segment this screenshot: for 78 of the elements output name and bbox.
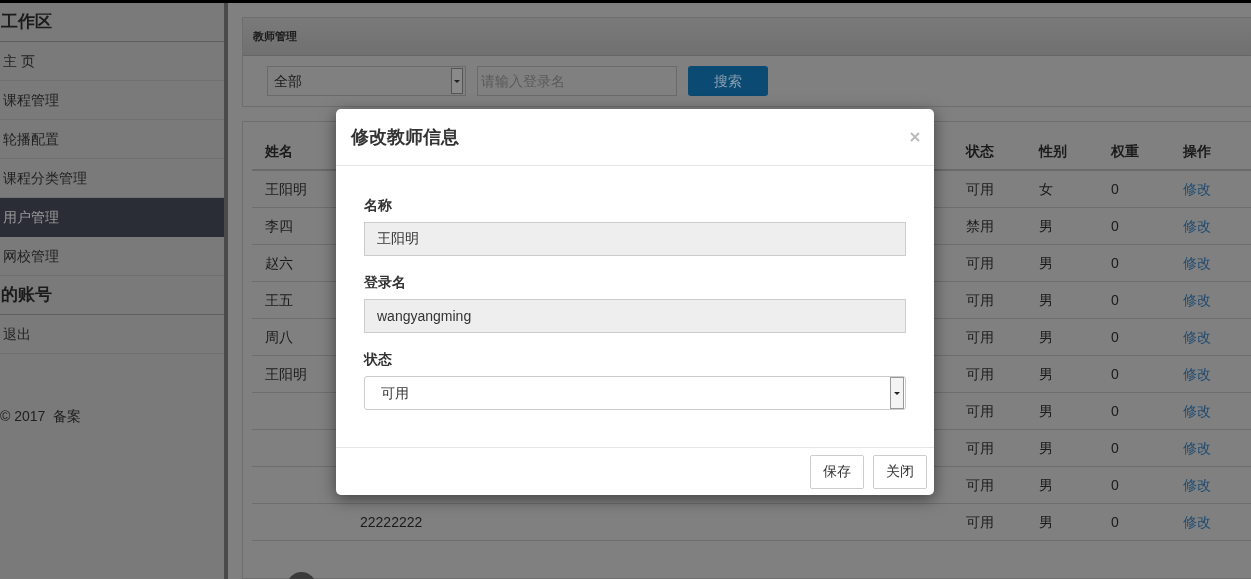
input-field[interactable]: 王阳明 bbox=[364, 222, 906, 256]
table-cell-text: 周八 bbox=[264, 327, 294, 347]
table-cell-text: 王阳明 bbox=[264, 179, 308, 199]
close-icon[interactable] bbox=[910, 132, 920, 142]
column-header: 权重 bbox=[1110, 142, 1140, 161]
edit-link[interactable]: 修改 bbox=[1170, 252, 1251, 274]
table-cell-text: 男 bbox=[1038, 438, 1054, 458]
table-cell-text: 0 bbox=[1110, 327, 1120, 347]
table-cell-text: 0 bbox=[1110, 401, 1120, 421]
table-cell-text: 男 bbox=[1038, 253, 1054, 273]
table-cell-text: 0 bbox=[1110, 512, 1120, 532]
field-label: 名称 bbox=[364, 196, 393, 215]
table-cell-text: 可用 bbox=[965, 401, 995, 421]
table-cell-text: 22222222 bbox=[359, 512, 424, 532]
dialog-button[interactable]: 关闭 bbox=[873, 454, 927, 489]
table-cell-text: 禁用 bbox=[965, 216, 995, 236]
sidebar-item[interactable]: 用户管理 bbox=[0, 198, 224, 237]
table-cell-text: 男 bbox=[1038, 512, 1054, 532]
field-label: 登录名 bbox=[364, 273, 407, 292]
column-header: 状态 bbox=[964, 142, 995, 161]
input-field[interactable]: wangyangming bbox=[364, 299, 906, 333]
section-title: 工作区 bbox=[0, 3, 224, 42]
modal-title: 修改教师信息 bbox=[351, 125, 459, 149]
table-cell-text: 0 bbox=[1110, 438, 1120, 458]
sidebar-item[interactable]: 轮播配置 bbox=[0, 120, 224, 159]
table-cell-text: 王阳明 bbox=[264, 364, 308, 384]
table-cell-text: 男 bbox=[1038, 364, 1054, 384]
table-cell-text: 0 bbox=[1110, 475, 1120, 495]
edit-link[interactable]: 修改 bbox=[1170, 511, 1251, 533]
sidebar-item[interactable]: 退出 bbox=[0, 315, 224, 354]
column-header: 姓名 bbox=[264, 142, 294, 161]
edit-link[interactable]: 修改 bbox=[1170, 289, 1251, 311]
table-cell-text: 王五 bbox=[264, 290, 294, 310]
table-cell-text: 李四 bbox=[264, 216, 294, 236]
table-cell-text: 0 bbox=[1110, 179, 1120, 199]
edit-link[interactable]: 修改 bbox=[1170, 178, 1251, 200]
edit-link[interactable]: 修改 bbox=[1170, 326, 1251, 348]
table-cell-text: 赵六 bbox=[264, 253, 294, 273]
table-cell-text: 男 bbox=[1038, 475, 1054, 495]
table-cell-text: 可用 bbox=[965, 438, 995, 458]
field-label: 状态 bbox=[364, 350, 393, 369]
column-header: 性别 bbox=[1037, 142, 1068, 161]
table-cell-text: 女 bbox=[1038, 179, 1054, 199]
footer-text: © 2017 备案 bbox=[0, 407, 83, 426]
table-cell-text: 男 bbox=[1038, 216, 1054, 236]
table-cell-text: 男 bbox=[1038, 401, 1054, 421]
sidebar-item[interactable]: 课程管理 bbox=[0, 81, 224, 120]
search-button[interactable]: 搜索 bbox=[688, 66, 768, 96]
edit-link[interactable]: 修改 bbox=[1170, 400, 1251, 422]
section-title: 的账号 bbox=[0, 276, 224, 315]
table-cell-text: 0 bbox=[1110, 364, 1120, 384]
column-header: 操作 bbox=[1182, 142, 1212, 161]
edit-link[interactable]: 修改 bbox=[1170, 474, 1251, 496]
edit-link[interactable]: 修改 bbox=[1170, 215, 1251, 237]
sidebar-item[interactable]: 主 页 bbox=[0, 42, 224, 81]
table-cell-text: 男 bbox=[1038, 290, 1054, 310]
edit-link[interactable]: 修改 bbox=[1170, 437, 1251, 459]
table-cell-text: 可用 bbox=[965, 290, 995, 310]
caret-icon bbox=[890, 377, 904, 409]
table-cell-text: 可用 bbox=[965, 475, 995, 495]
table-cell-text: 可用 bbox=[965, 179, 995, 199]
table-cell-text: 0 bbox=[1110, 216, 1120, 236]
status-select[interactable]: 全部 bbox=[267, 66, 466, 96]
status-select[interactable]: 可用 bbox=[364, 376, 906, 410]
select-value: 可用 bbox=[381, 383, 409, 403]
table-cell-text: 0 bbox=[1110, 290, 1120, 310]
dialog-button[interactable]: 保存 bbox=[810, 454, 864, 489]
sidebar-item[interactable]: 网校管理 bbox=[0, 237, 224, 276]
select-value: 全部 bbox=[274, 71, 302, 91]
table-cell-text: 可用 bbox=[965, 253, 995, 273]
panel-title: 教师管理 bbox=[243, 18, 1251, 56]
edit-link[interactable]: 修改 bbox=[1170, 363, 1251, 385]
table-cell-text: 男 bbox=[1038, 327, 1054, 347]
caret-icon bbox=[451, 68, 463, 94]
table-cell-text: 可用 bbox=[965, 364, 995, 384]
table-cell-text: 0 bbox=[1110, 253, 1120, 273]
table-cell-text: 可用 bbox=[965, 327, 995, 347]
table-cell-text: 可用 bbox=[965, 512, 995, 532]
